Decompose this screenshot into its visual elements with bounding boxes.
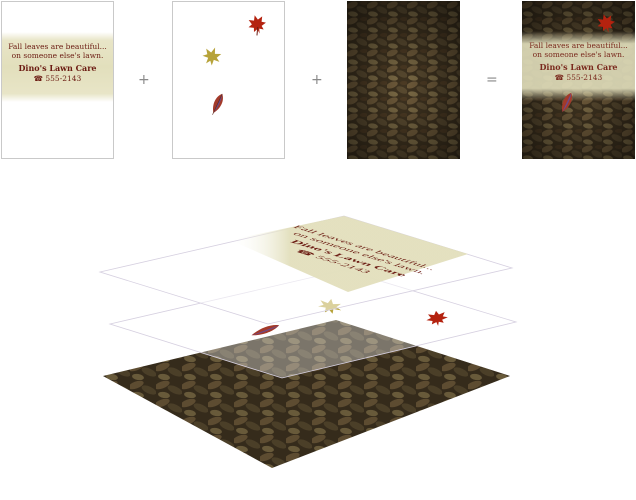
business-name: Dino's Lawn Care: [18, 63, 97, 73]
composite-result-card: Fall leaves are beautiful... on someone …: [522, 1, 635, 159]
plus-operator-2: +: [311, 72, 323, 88]
photo-layer-card: [347, 1, 460, 159]
text-layer-card: Fall leaves are beautiful... on someone …: [1, 1, 114, 159]
leaf-ground-photo: [347, 1, 460, 159]
composite-feather-leaf-icon: [562, 92, 572, 112]
composite-red-leaf-icon: [597, 14, 615, 33]
leaves-layer-card: [172, 1, 285, 159]
message-line-1: Fall leaves are beautiful...: [8, 42, 107, 51]
message-line-2: on someone else's lawn.: [11, 51, 104, 60]
maple-leaf-red-icon: [248, 15, 266, 36]
phone-line: ☎ 555-2143: [2, 74, 113, 83]
phone-icon: ☎: [33, 74, 43, 83]
plus-operator-1: +: [138, 72, 150, 88]
equals-operator: =: [486, 72, 498, 88]
feather-leaf-icon: [212, 93, 223, 115]
maple-leaf-yellow-icon: [202, 47, 222, 66]
exploded-layers-diagram: Fall leaves are beautiful... on someone …: [98, 215, 518, 468]
phone-number: 555-2143: [45, 74, 82, 83]
card-message: Fall leaves are beautiful... on someone …: [2, 42, 113, 83]
